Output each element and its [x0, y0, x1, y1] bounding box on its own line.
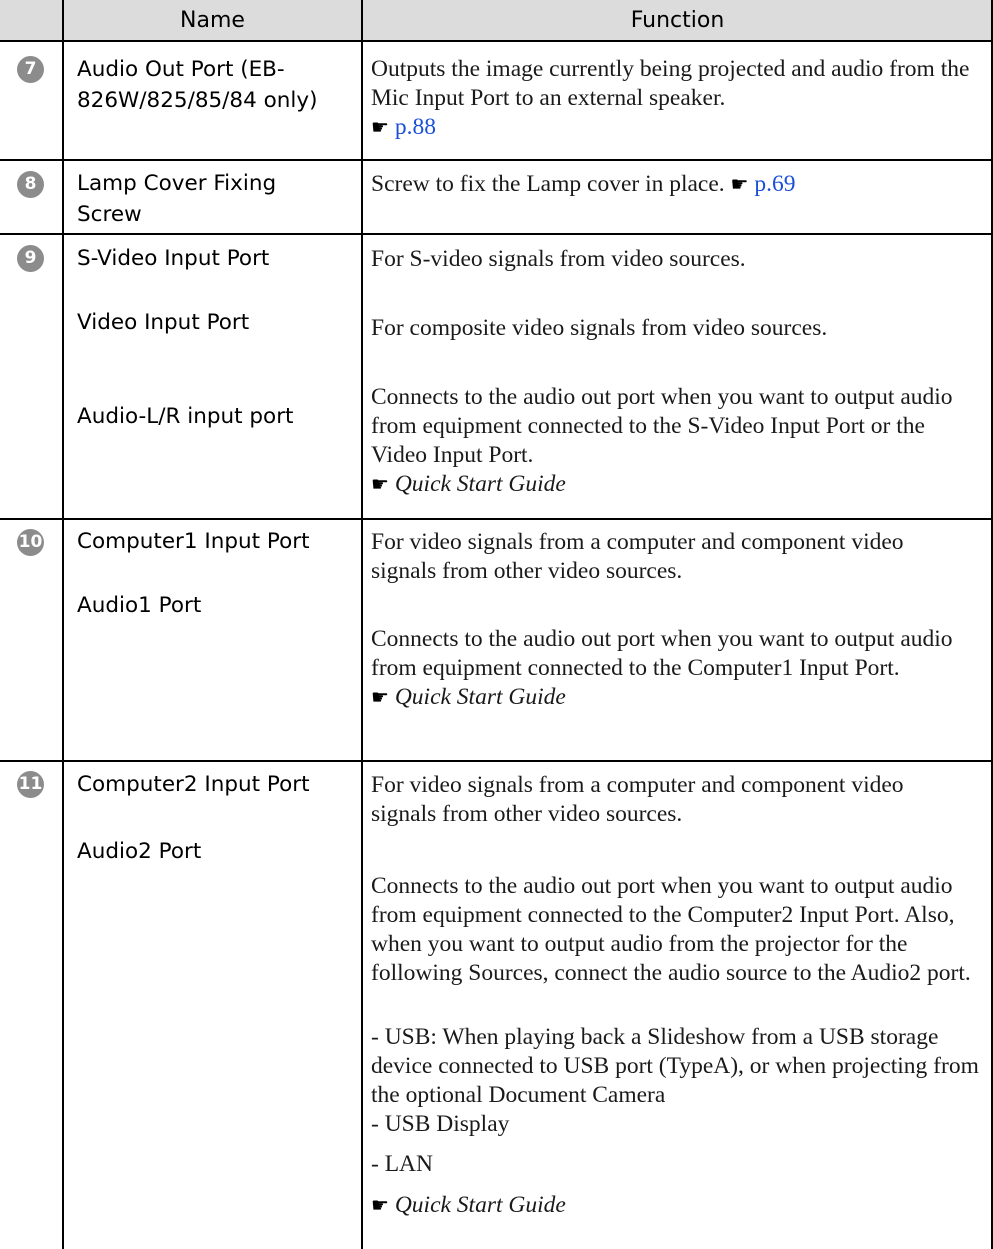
spec-table-page: Name Function 7 Audio Out Port (EB-826W/…: [0, 0, 993, 1249]
item-name: Video Input Port: [77, 310, 250, 335]
item-description: For video signals from a computer and co…: [371, 772, 904, 827]
pointer-icon: ☛: [371, 685, 389, 709]
description-text: Connects to the audio out port when you …: [371, 626, 953, 681]
item-description: Connects to the audio out port when you …: [371, 625, 983, 712]
header-function: Function: [630, 8, 725, 33]
item-number-badge: 9: [17, 245, 44, 272]
item-number-badge: 10: [17, 529, 44, 556]
row-divider: [0, 233, 993, 235]
row-divider: [0, 159, 993, 161]
item-description: For S-video signals from video sources.: [371, 246, 746, 272]
item-description: Screw to fix the Lamp cover in place. ☛ …: [371, 170, 983, 199]
item-description: Connects to the audio out port when you …: [371, 383, 983, 499]
pointer-icon: ☛: [371, 472, 389, 496]
item-number-badge: 11: [17, 771, 44, 798]
item-description: - USB Display: [371, 1111, 510, 1137]
item-name: Audio1 Port: [77, 593, 202, 618]
item-description: - USB: When playing back a Slideshow fro…: [371, 1024, 979, 1108]
page-reference-link[interactable]: p.88: [395, 114, 436, 140]
guide-reference: Quick Start Guide: [394, 1192, 566, 1218]
item-description: ☛ Quick Start Guide: [371, 1191, 983, 1220]
item-description: Connects to the audio out port when you …: [371, 873, 971, 986]
item-name: Computer1 Input Port: [77, 529, 310, 554]
item-name: Lamp Cover Fixing Screw: [77, 171, 277, 227]
column-divider: [361, 0, 363, 1249]
guide-reference: Quick Start Guide: [394, 471, 566, 497]
row-divider: [0, 760, 993, 762]
guide-reference: Quick Start Guide: [394, 684, 566, 710]
description-text: Screw to fix the Lamp cover in place.: [371, 171, 725, 197]
column-divider: [62, 0, 64, 1249]
description-text: Outputs the image currently being projec…: [371, 56, 970, 111]
table-header: Name Function: [0, 0, 993, 40]
item-name: Computer2 Input Port: [77, 772, 310, 797]
item-number-badge: 7: [17, 56, 44, 83]
item-description: Outputs the image currently being projec…: [371, 55, 983, 142]
item-name: Audio2 Port: [77, 839, 202, 864]
item-description: For composite video signals from video s…: [371, 315, 828, 341]
description-text: Connects to the audio out port when you …: [371, 384, 953, 468]
item-name: Audio Out Port (EB-826W/825/85/84 only): [77, 57, 318, 113]
item-number-badge: 8: [17, 171, 44, 198]
item-name: S-Video Input Port: [77, 246, 270, 271]
item-description: - LAN: [371, 1151, 433, 1177]
page-reference-link[interactable]: p.69: [754, 171, 795, 197]
pointer-icon: ☛: [730, 172, 749, 196]
item-name: Audio-L/R input port: [77, 404, 294, 429]
header-name: Name: [180, 8, 245, 33]
row-divider: [0, 518, 993, 520]
item-description: For video signals from a computer and co…: [371, 529, 904, 584]
row-divider: [0, 40, 993, 42]
pointer-icon: ☛: [371, 115, 389, 139]
pointer-icon: ☛: [371, 1193, 389, 1217]
